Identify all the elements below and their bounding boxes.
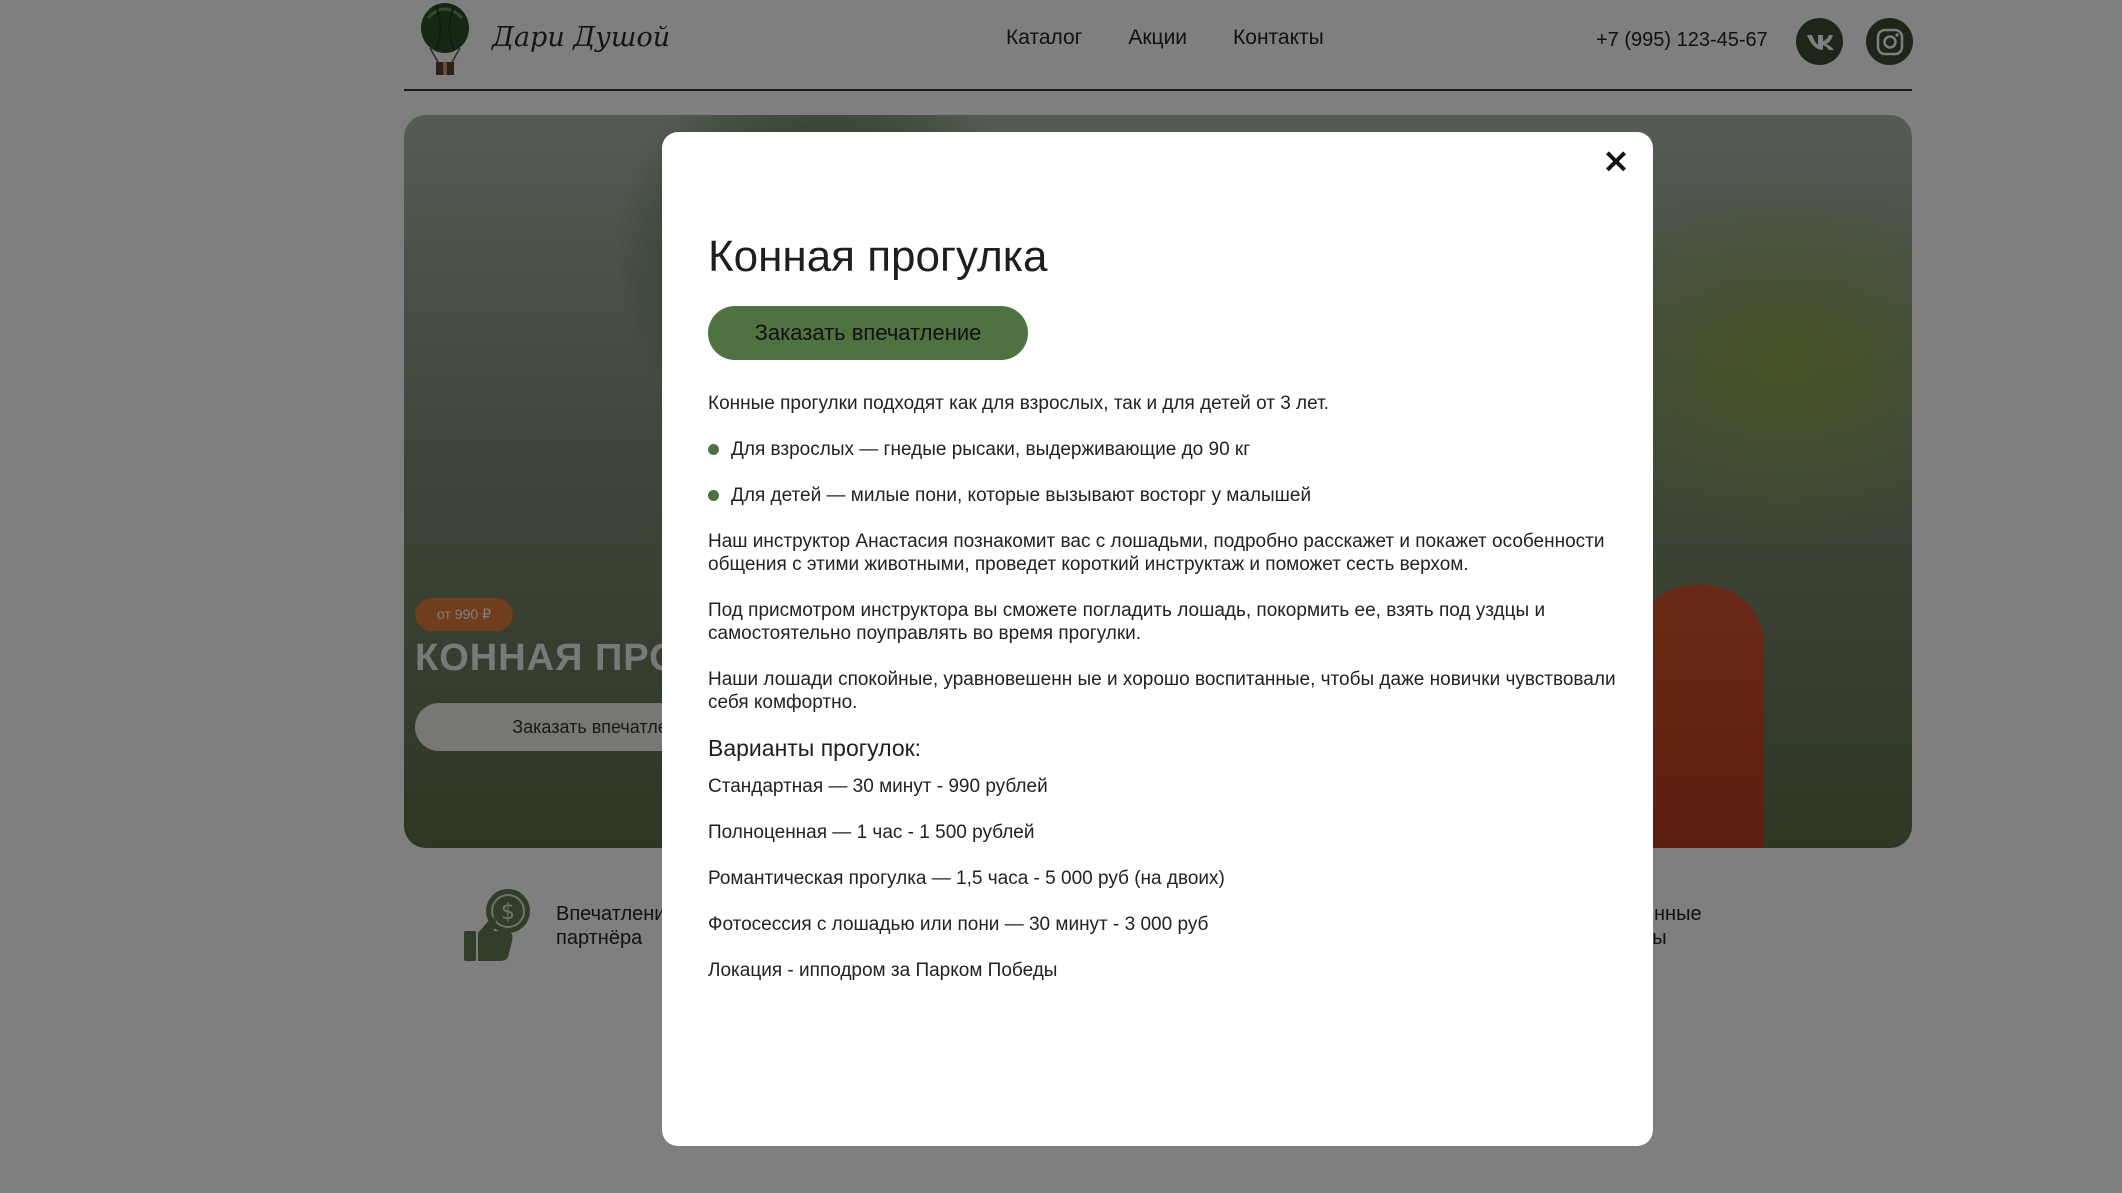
description-paragraph: Наш инструктор Анастасия познакомит вас … xyxy=(708,531,1605,575)
bullet-dot-icon xyxy=(708,444,719,455)
experience-modal: × Конная прогулка Заказать впечатление К… xyxy=(662,132,1653,1146)
intro-text: Конные прогулки подходят как для взрослы… xyxy=(708,393,1329,414)
list-item: Для детей — милые пони, которые вызывают… xyxy=(708,484,1618,507)
description-paragraph: Под присмотром инструктора вы сможете по… xyxy=(708,600,1546,644)
variant-item: Романтическая прогулка — 1,5 часа - 5 00… xyxy=(708,868,1225,889)
list-item: Для взрослых — гнедые рысаки, выдерживаю… xyxy=(708,438,1618,461)
bullet-text: Для взрослых — гнедые рысаки, выдерживаю… xyxy=(731,439,1251,460)
bullet-text: Для детей — милые пони, которые вызывают… xyxy=(731,485,1312,506)
variant-item: Стандартная — 30 минут - 990 рублей xyxy=(708,776,1048,797)
order-experience-button[interactable]: Заказать впечатление xyxy=(708,306,1028,360)
variants-title: Варианты прогулок: xyxy=(708,735,922,761)
modal-title: Конная прогулка xyxy=(708,232,1048,281)
variant-item: Фотосессия с лошадью или пони — 30 минут… xyxy=(708,914,1209,935)
variant-item: Полноценная — 1 час - 1 500 рублей xyxy=(708,822,1035,843)
bullet-dot-icon xyxy=(708,490,719,501)
modal-content: Конные прогулки подходят как для взрослы… xyxy=(708,392,1618,1005)
variant-item: Локация - иппод­ром за Парком Победы xyxy=(708,960,1058,981)
close-icon[interactable]: × xyxy=(1597,142,1635,180)
description-paragraph: Наши лошади спокойные, уравновешенн ые и… xyxy=(708,669,1616,713)
